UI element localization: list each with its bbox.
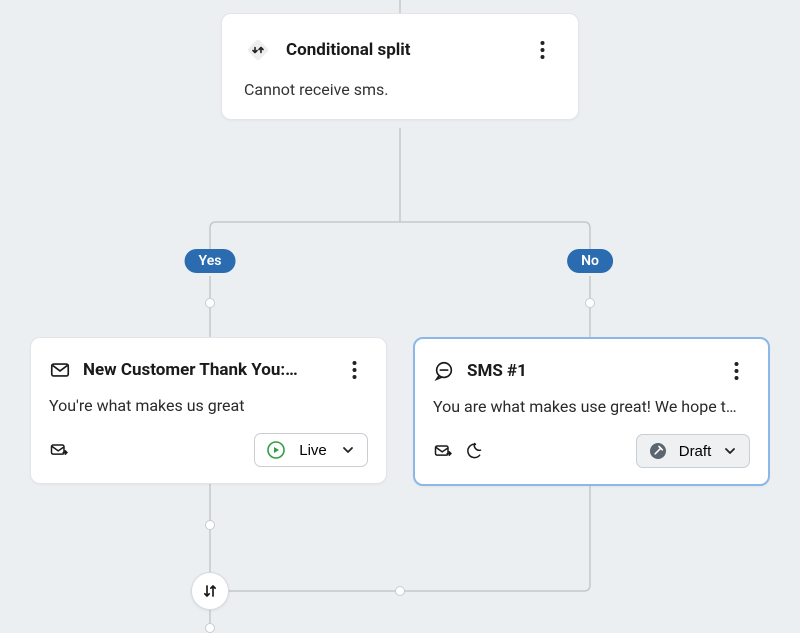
split-condition-text: Cannot receive sms. — [244, 80, 556, 99]
email-preview-text: You're what makes us great — [49, 396, 368, 415]
chevron-down-icon — [723, 444, 737, 458]
sms-preview-text: You are what makes use great! We hope t… — [433, 397, 750, 416]
split-title: Conditional split — [286, 40, 514, 60]
sms-icon — [433, 360, 455, 382]
status-live-icon — [267, 441, 285, 459]
chevron-down-icon — [341, 443, 355, 457]
quiet-hours-icon — [463, 441, 483, 461]
conditional-split-node[interactable]: Conditional split Cannot receive sms. — [221, 13, 579, 120]
sms-status-select[interactable]: Draft — [636, 434, 750, 468]
smart-send-icon — [49, 440, 69, 460]
sms-more-button[interactable] — [722, 357, 750, 385]
connector-dot — [205, 298, 215, 308]
smart-send-icon — [433, 441, 453, 461]
email-node[interactable]: New Customer Thank You:… You're what mak… — [30, 337, 387, 484]
merge-icon — [201, 582, 219, 600]
sms-status-label: Draft — [677, 443, 713, 460]
mail-icon — [49, 359, 71, 381]
email-status-label: Live — [295, 442, 331, 459]
merge-node[interactable] — [191, 572, 229, 610]
split-more-button[interactable] — [528, 36, 556, 64]
more-vertical-icon — [734, 361, 739, 381]
sms-title: SMS #1 — [467, 361, 710, 381]
connector-dot — [395, 586, 405, 596]
branch-label-no: No — [567, 249, 613, 273]
email-title: New Customer Thank You:… — [83, 360, 328, 380]
split-icon — [244, 36, 272, 64]
sms-node[interactable]: SMS #1 You are what makes use great! We … — [413, 337, 770, 486]
connector-dot — [205, 520, 215, 530]
status-draft-icon — [649, 442, 667, 460]
more-vertical-icon — [352, 360, 357, 380]
connector-dot — [585, 298, 595, 308]
more-vertical-icon — [540, 40, 545, 60]
email-status-select[interactable]: Live — [254, 433, 368, 467]
branch-label-yes: Yes — [185, 249, 236, 273]
email-more-button[interactable] — [340, 356, 368, 384]
